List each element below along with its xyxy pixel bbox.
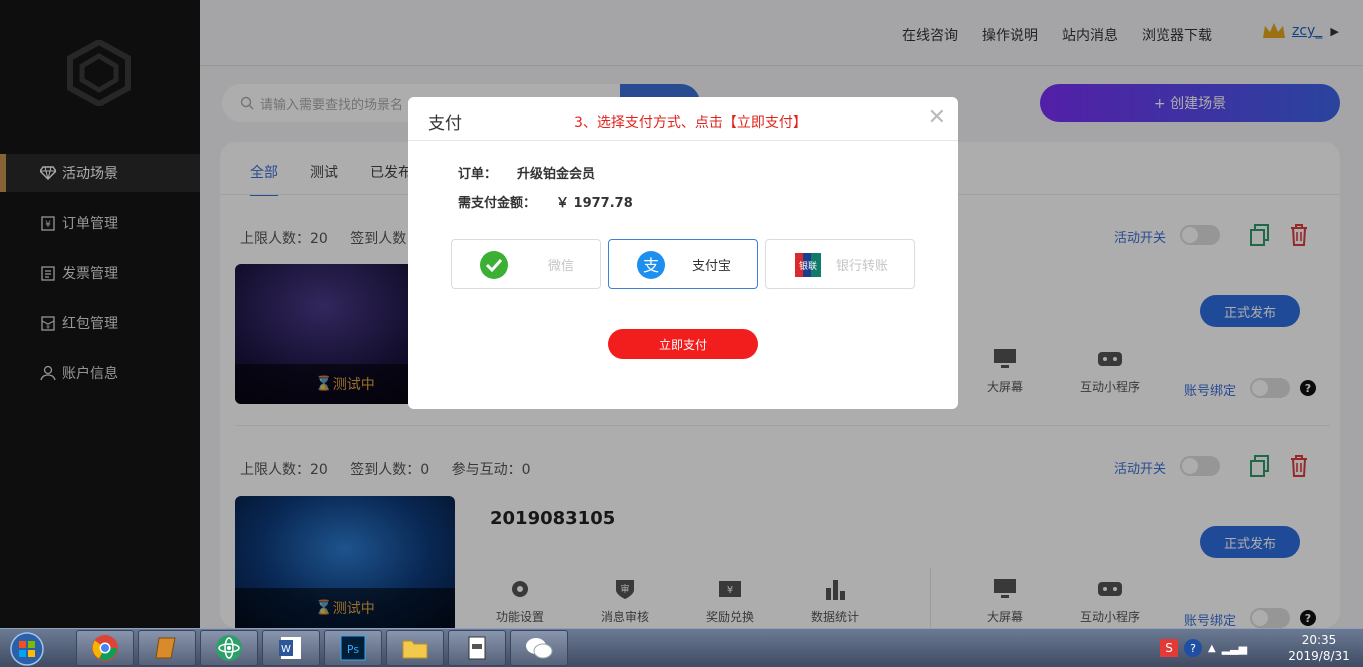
word-taskbar-button[interactable]: W xyxy=(262,630,320,666)
close-icon[interactable]: ✕ xyxy=(928,105,946,130)
svg-text:Ps: Ps xyxy=(347,643,359,656)
svg-text:W: W xyxy=(281,644,291,655)
document-icon xyxy=(468,636,486,660)
show-hidden-icons[interactable]: ▲ xyxy=(1208,643,1216,654)
amount-value: ￥ 1977.78 xyxy=(556,196,633,211)
document-taskbar-button[interactable] xyxy=(448,630,506,666)
help-tray-icon[interactable]: ? xyxy=(1184,639,1202,657)
amount-row: 需支付金额： ￥ 1977.78 xyxy=(458,192,633,211)
wechat-taskbar-button[interactable] xyxy=(510,630,568,666)
clock[interactable]: 20:35 2019/8/31 xyxy=(1284,632,1354,664)
windows-taskbar: W Ps S ? ▲ ▂▃▅ 20:35 2019/8/31 xyxy=(0,628,1363,667)
pay-method-wechat[interactable]: 微信 xyxy=(451,239,601,289)
amount-label: 需支付金额： xyxy=(458,196,537,211)
explorer-taskbar-button[interactable] xyxy=(386,630,444,666)
order-row: 订单： 升级铂金会员 xyxy=(458,163,595,182)
word-icon: W xyxy=(279,637,301,659)
pay-method-alipay[interactable]: 支 支付宝 xyxy=(608,239,758,289)
pay-method-bank[interactable]: 银联 银行转账 xyxy=(765,239,915,289)
clock-date: 2019/8/31 xyxy=(1288,649,1350,663)
notebook-taskbar-button[interactable] xyxy=(138,630,196,666)
pay-now-button[interactable]: 立即支付 xyxy=(608,329,758,359)
folder-icon xyxy=(402,640,428,659)
start-button[interactable] xyxy=(4,631,50,666)
system-tray: S ? ▲ ▂▃▅ xyxy=(1160,633,1284,663)
instruction-hint: 3、选择支付方式、点击【立即支付】 xyxy=(574,115,807,131)
order-label: 订单： xyxy=(458,167,498,182)
atom-icon xyxy=(216,635,242,661)
dialog-title: 支付 xyxy=(428,114,462,134)
network-icon[interactable]: ▂▃▅ xyxy=(1222,642,1247,655)
clock-time: 20:35 xyxy=(1301,633,1337,647)
photoshop-taskbar-button[interactable]: Ps xyxy=(324,630,382,666)
chrome-taskbar-button[interactable] xyxy=(76,630,134,666)
wechat-icon xyxy=(526,638,553,659)
order-value: 升级铂金会员 xyxy=(517,167,596,182)
sogou-ime-icon[interactable]: S xyxy=(1160,639,1178,657)
photoshop-icon: Ps xyxy=(340,635,366,661)
dialog-header: 支付 3、选择支付方式、点击【立即支付】 ✕ xyxy=(408,97,958,141)
book-icon xyxy=(155,637,176,659)
payment-dialog: 支付 3、选择支付方式、点击【立即支付】 ✕ 订单： 升级铂金会员 需支付金额： ￥… xyxy=(408,97,958,409)
atom-taskbar-button[interactable] xyxy=(200,630,258,666)
chrome-icon xyxy=(92,635,118,661)
